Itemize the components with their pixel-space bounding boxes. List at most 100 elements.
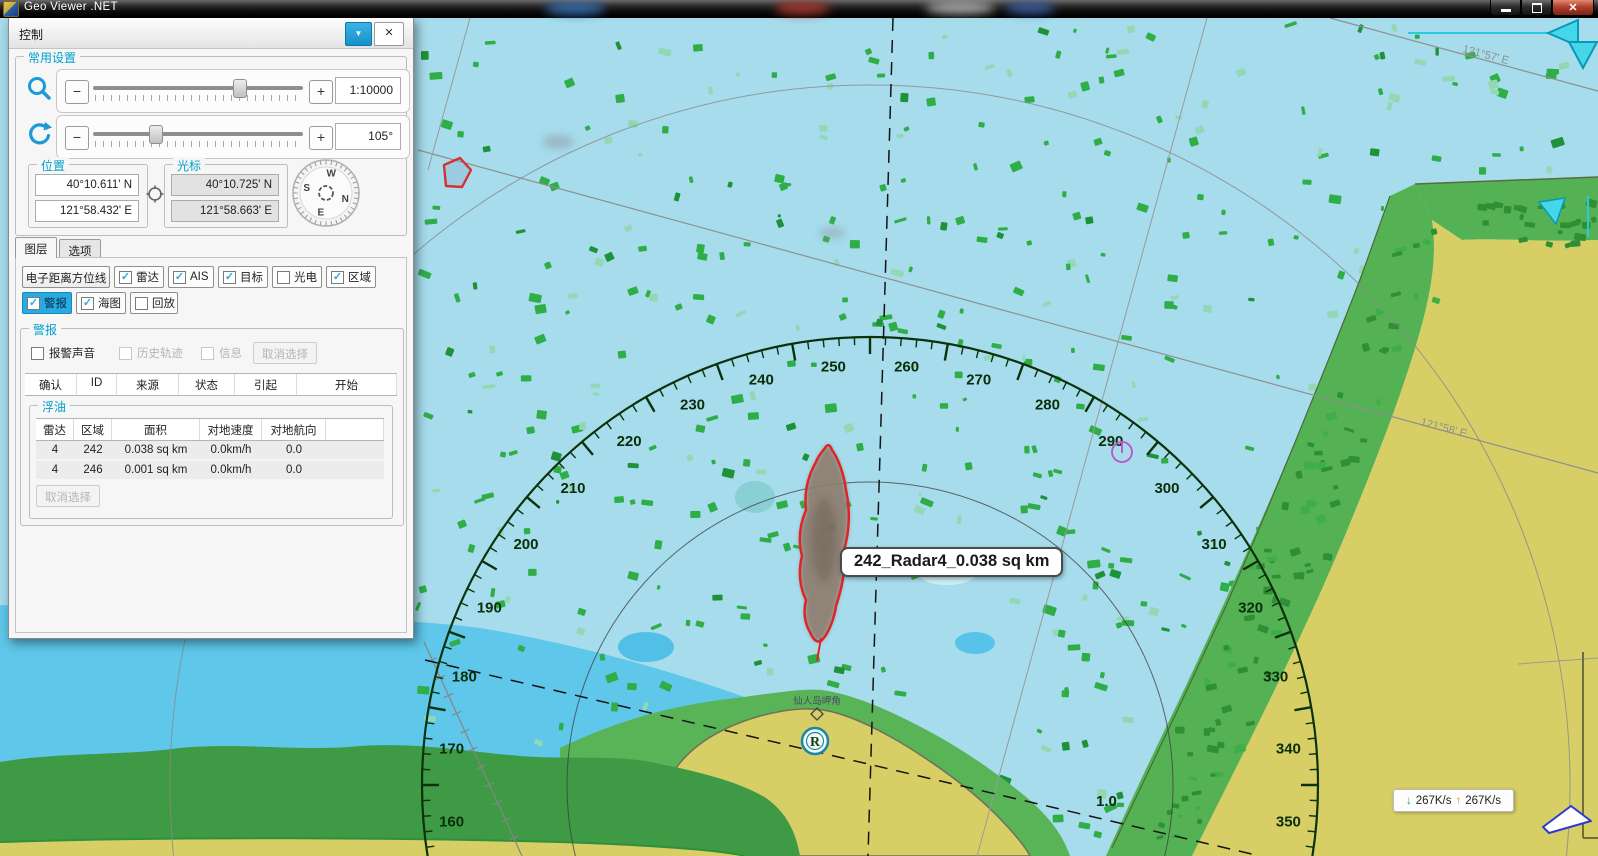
center-target-icon[interactable]: [146, 185, 164, 203]
col-start: 开始: [297, 374, 397, 395]
col-status: 状态: [179, 374, 235, 395]
slider-ticks: [95, 141, 301, 147]
zoom-minus-button[interactable]: −: [65, 80, 89, 104]
zoom-plus-button[interactable]: +: [309, 80, 333, 104]
check-icon: ✓: [225, 272, 234, 283]
maximize-icon: [1532, 3, 1542, 13]
svg-text:250: 250: [821, 359, 846, 376]
blur-smudge: [819, 227, 845, 239]
check-icon: ✓: [29, 298, 38, 309]
svg-text:200: 200: [513, 536, 538, 553]
layer-toggle-target[interactable]: ✓ 目标: [218, 266, 268, 288]
checkbox[interactable]: ✓: [223, 271, 236, 284]
zoom-slider-thumb[interactable]: [233, 79, 247, 98]
blurred-icon: [1005, 2, 1055, 14]
shoal-patch: [955, 632, 995, 654]
col-radar: 雷达: [36, 419, 74, 440]
scale-value-field[interactable]: 1:10000: [335, 77, 401, 104]
blur-smudge: [542, 135, 574, 149]
cell: 4: [36, 464, 74, 476]
cursor-lat-field: 40°10.725' N: [171, 174, 279, 196]
check-icon: ✓: [175, 272, 184, 283]
cell: 0.0: [262, 444, 326, 456]
alarm-group: 警报 ✓ 报警声音 ✓ 历史轨迹 ✓ 信息 取消选择 确认 ID 来源 状态 引…: [20, 328, 404, 526]
position-lat-field[interactable]: 40°10.611' N: [35, 174, 139, 196]
rotation-slider-thumb[interactable]: [149, 125, 163, 144]
checkbox[interactable]: ✓: [277, 271, 290, 284]
alarm-sound-checkbox[interactable]: ✓ 报警声音: [31, 345, 95, 361]
close-button[interactable]: ✕: [1552, 0, 1594, 16]
upload-arrow-icon: ↑: [1456, 795, 1462, 807]
checkbox[interactable]: ✓: [81, 297, 94, 310]
radar-station-symbol: R: [802, 728, 828, 754]
app-icon: [3, 1, 19, 17]
checkbox[interactable]: ✓: [27, 297, 40, 310]
checkbox[interactable]: ✓: [173, 271, 186, 284]
zoom-slider[interactable]: [93, 78, 303, 106]
svg-text:320: 320: [1238, 600, 1263, 617]
window-title: Geo Viewer .NET: [24, 1, 118, 13]
rotation-minus-button[interactable]: −: [65, 126, 89, 150]
layer-toggle-area[interactable]: ✓ 区域: [326, 266, 376, 288]
slider-track[interactable]: [93, 132, 303, 136]
minimize-icon: [1501, 9, 1511, 12]
checkbox[interactable]: ✓: [31, 347, 44, 360]
toggle-label: 雷达: [136, 269, 159, 285]
svg-text:330: 330: [1263, 668, 1288, 685]
cell: 0.0km/h: [200, 464, 262, 476]
layer-toggle-radar[interactable]: ✓ 雷达: [114, 266, 164, 288]
window-titlebar[interactable]: Geo Viewer .NET ✕: [0, 0, 1598, 18]
compass-w: W: [326, 169, 336, 180]
checkbox-label: 报警声音: [49, 345, 95, 361]
maximize-button[interactable]: [1521, 0, 1552, 16]
network-speed-badge: ↓ 267K/s ↑ 267K/s: [1393, 789, 1514, 812]
layer-toggle-alarm[interactable]: ✓ 警报: [22, 292, 72, 314]
position-group: 位置 40°10.611' N 121°58.432' E: [28, 164, 148, 228]
compass-widget[interactable]: N E S W: [290, 157, 362, 229]
rotation-value-field[interactable]: 105°: [335, 123, 401, 150]
col-sog: 对地速度: [200, 419, 262, 440]
layer-toggle-chart[interactable]: ✓ 海图: [76, 292, 126, 314]
control-window: 控制 ▼ × 常用设置 − + 1:10000 −: [8, 17, 414, 639]
col-surface: 面积: [112, 419, 200, 440]
upload-speed: 267K/s: [1465, 795, 1501, 807]
col-confirm: 确认: [25, 374, 77, 395]
svg-text:260: 260: [894, 359, 919, 376]
rotation-plus-button[interactable]: +: [309, 126, 333, 150]
col-empty: [326, 419, 384, 440]
layer-toggle-photoelectric[interactable]: ✓ 光电: [272, 266, 322, 288]
svg-text:270: 270: [966, 371, 991, 388]
toggle-label: 警报: [44, 295, 67, 311]
position-lon-field[interactable]: 121°58.432' E: [35, 200, 139, 222]
cell: 0.038 sq km: [112, 444, 200, 456]
compass-e: E: [317, 207, 324, 218]
rotation-slider[interactable]: [93, 124, 303, 152]
shoal-patch: [735, 481, 775, 513]
minimize-button[interactable]: [1490, 0, 1521, 16]
group-label: 警报: [29, 321, 61, 338]
checkbox[interactable]: ✓: [119, 271, 132, 284]
layer-toggle-ais[interactable]: ✓ AIS: [168, 266, 214, 288]
zoom-slider-row: − + 1:10000: [56, 69, 410, 113]
download-arrow-icon: ↓: [1406, 795, 1412, 807]
tab-options[interactable]: 选项: [59, 239, 101, 258]
layers-tab-page: 电子距离方位线 ✓ 雷达 ✓ AIS ✓ 目标 ✓ 光电 ✓ 区域 ✓ 警报 ✓…: [15, 257, 407, 633]
oil-table-header: 雷达 区域 面积 对地速度 对地航向: [36, 418, 384, 441]
toggle-label: 目标: [240, 269, 263, 285]
panel-dropdown-button[interactable]: ▼: [345, 22, 372, 46]
panel-close-button[interactable]: ×: [374, 22, 404, 46]
slider-track[interactable]: [93, 86, 303, 90]
panel-header[interactable]: 控制 ▼ ×: [9, 18, 413, 49]
compass-s: S: [303, 183, 310, 194]
tab-layers[interactable]: 图层: [15, 237, 57, 258]
table-row[interactable]: 4 242 0.038 sq km 0.0km/h 0.0: [36, 441, 384, 459]
table-row[interactable]: 4 246 0.001 sq km 0.0km/h 0.0: [36, 461, 384, 479]
layer-toggle-replay[interactable]: ✓ 回放: [130, 292, 178, 314]
checkbox[interactable]: ✓: [135, 297, 148, 310]
svg-text:230: 230: [680, 396, 705, 413]
ebl-button[interactable]: 电子距离方位线: [22, 266, 110, 288]
svg-text:350: 350: [1276, 814, 1301, 831]
group-label: 位置: [37, 157, 69, 174]
checkbox[interactable]: ✓: [331, 271, 344, 284]
rotation-slider-row: − + 105°: [56, 115, 410, 159]
